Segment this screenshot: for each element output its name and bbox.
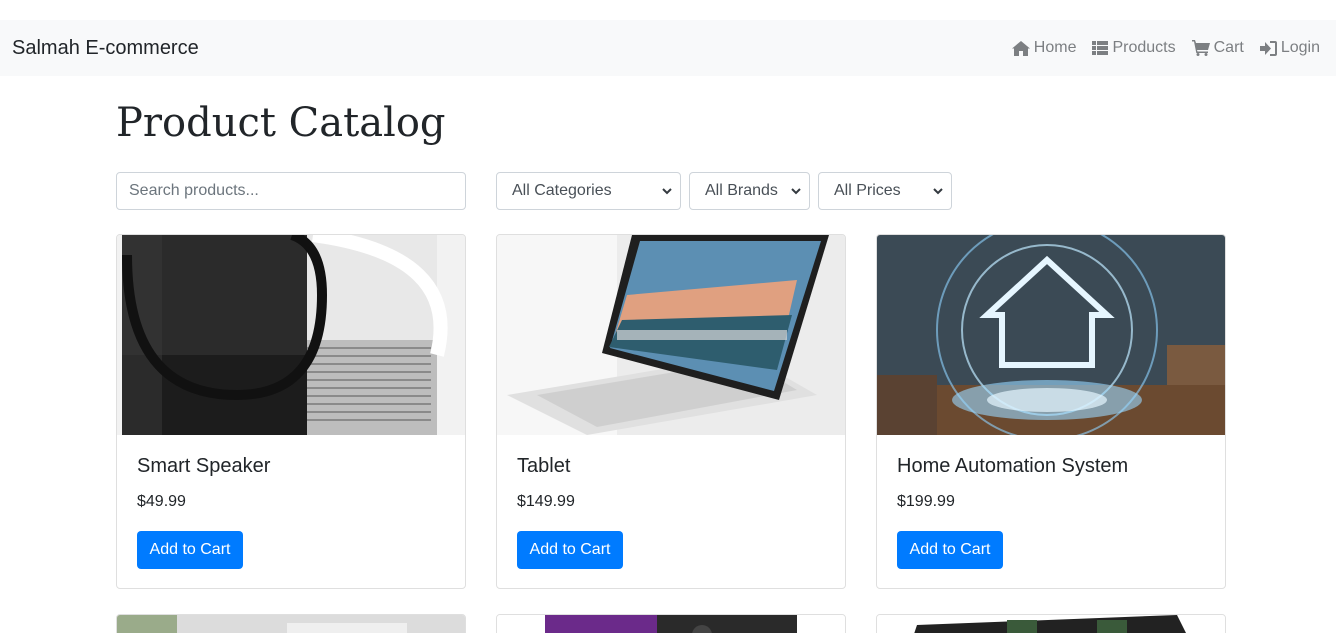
page-title: Product Catalog bbox=[116, 100, 446, 146]
nav-link-label: Products bbox=[1112, 39, 1176, 56]
product-card: Smart Speaker $49.99 Add to Cart bbox=[116, 234, 466, 589]
add-to-cart-button[interactable]: Add to Cart bbox=[137, 531, 243, 569]
product-card bbox=[116, 614, 466, 633]
product-image-smart-speaker[interactable] bbox=[117, 235, 465, 435]
nav-link-login[interactable]: Login bbox=[1259, 39, 1320, 57]
product-price: $149.99 bbox=[517, 493, 575, 510]
product-name: Home Automation System bbox=[897, 455, 1129, 477]
navbar: Salmah E-commerce Home Products Cart Log… bbox=[0, 20, 1336, 76]
home-icon bbox=[1011, 40, 1030, 56]
brand-name[interactable]: Salmah E-commerce bbox=[12, 37, 199, 60]
product-card: Home Automation System $199.99 Add to Ca… bbox=[876, 234, 1226, 589]
product-card bbox=[876, 614, 1226, 633]
add-to-cart-button[interactable]: Add to Cart bbox=[517, 531, 623, 569]
brand-select-value: All Brands bbox=[705, 182, 778, 199]
product-price: $49.99 bbox=[137, 493, 186, 510]
chevron-down-icon bbox=[662, 187, 672, 194]
brand-select[interactable]: All Brands bbox=[689, 172, 810, 210]
category-select[interactable]: All Categories bbox=[496, 172, 681, 210]
login-icon bbox=[1259, 40, 1277, 56]
price-select[interactable]: All Prices bbox=[818, 172, 952, 210]
product-name: Smart Speaker bbox=[137, 455, 271, 477]
nav-link-products[interactable]: Products bbox=[1092, 39, 1176, 57]
nav-link-label: Login bbox=[1280, 39, 1320, 56]
product-image-home-automation[interactable] bbox=[877, 235, 1225, 435]
product-image[interactable] bbox=[497, 615, 845, 633]
nav-link-label: Cart bbox=[1213, 39, 1244, 56]
product-price: $199.99 bbox=[897, 493, 955, 510]
price-select-value: All Prices bbox=[834, 182, 901, 199]
nav-link-cart[interactable]: Cart bbox=[1191, 39, 1244, 57]
nav-links: Home Products Cart Login bbox=[996, 39, 1320, 57]
search-input[interactable] bbox=[116, 172, 466, 210]
product-image[interactable] bbox=[117, 615, 465, 633]
category-select-value: All Categories bbox=[512, 182, 612, 199]
list-icon bbox=[1092, 41, 1109, 55]
product-image-tablet[interactable] bbox=[497, 235, 845, 435]
product-name: Tablet bbox=[517, 455, 571, 477]
product-card bbox=[496, 614, 846, 633]
cart-icon bbox=[1191, 40, 1210, 56]
chevron-down-icon bbox=[791, 187, 801, 194]
nav-link-label: Home bbox=[1033, 39, 1077, 56]
nav-link-home[interactable]: Home bbox=[1011, 39, 1077, 57]
chevron-down-icon bbox=[933, 187, 943, 194]
product-image[interactable] bbox=[877, 615, 1225, 633]
add-to-cart-button[interactable]: Add to Cart bbox=[897, 531, 1003, 569]
product-card: Tablet $149.99 Add to Cart bbox=[496, 234, 846, 589]
